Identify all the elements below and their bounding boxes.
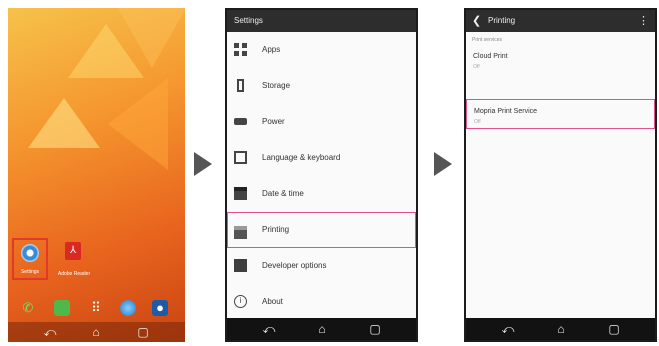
settings-gear-icon bbox=[21, 244, 39, 262]
printing-action-bar: ❮ Printing ⋮ bbox=[466, 10, 655, 32]
back-arrow-icon[interactable]: ❮ bbox=[472, 10, 481, 32]
recent-apps-icon[interactable]: ▢ bbox=[135, 325, 151, 339]
printing-screen: ❮ Printing ⋮ Print services Cloud Print … bbox=[464, 8, 657, 342]
apps-icon[interactable]: ⠿ bbox=[88, 300, 104, 316]
section-header: Print services bbox=[472, 37, 503, 43]
service-name: Cloud Print bbox=[473, 53, 508, 60]
settings-item-label: Power bbox=[262, 117, 285, 126]
settings-item-power[interactable]: Power bbox=[227, 104, 416, 140]
apps-grid-icon bbox=[234, 43, 247, 56]
home-screen: Settings ⅄ Adobe Reader ✆ ⠿ ● ⤺ ⌂ ▢ bbox=[8, 8, 185, 342]
settings-item-storage[interactable]: Storage bbox=[227, 68, 416, 104]
recent-apps-icon[interactable]: ▢ bbox=[606, 322, 622, 336]
settings-item-apps[interactable]: Apps bbox=[227, 32, 416, 68]
print-service-mopria[interactable]: Mopria Print Service Off bbox=[466, 99, 655, 129]
settings-app-label: Settings bbox=[20, 269, 40, 275]
settings-item-about[interactable]: i About bbox=[227, 284, 416, 320]
step-arrow-icon bbox=[194, 152, 212, 176]
settings-item-label: Apps bbox=[262, 45, 281, 54]
service-name: Mopria Print Service bbox=[474, 108, 538, 115]
back-icon[interactable]: ⤺ bbox=[500, 322, 516, 336]
step-arrow-icon bbox=[434, 152, 452, 176]
battery-icon bbox=[234, 118, 247, 125]
messages-icon[interactable] bbox=[54, 300, 70, 316]
settings-item-label: Language & keyboard bbox=[262, 153, 341, 162]
settings-action-bar: Settings bbox=[227, 10, 416, 32]
home-icon[interactable]: ⌂ bbox=[88, 325, 104, 339]
navigation-bar: ⤺ ⌂ ▢ bbox=[227, 318, 416, 340]
service-state: Off bbox=[473, 64, 480, 70]
settings-item-developer-options[interactable]: Developer options bbox=[227, 248, 416, 284]
settings-item-date-time[interactable]: Date & time bbox=[227, 176, 416, 212]
settings-item-language[interactable]: Language & keyboard bbox=[227, 140, 416, 176]
overflow-menu-icon[interactable]: ⋮ bbox=[638, 10, 649, 32]
navigation-bar: ⤺ ⌂ ▢ bbox=[466, 318, 655, 340]
printing-title: Printing bbox=[488, 16, 516, 25]
settings-title: Settings bbox=[234, 16, 263, 25]
settings-list: Apps Storage Power Language & keyboard D… bbox=[227, 32, 416, 320]
settings-item-label: Printing bbox=[262, 225, 290, 234]
adobe-reader-app-shortcut[interactable]: ⅄ Adobe Reader bbox=[54, 240, 94, 280]
back-icon[interactable]: ⤺ bbox=[42, 325, 58, 339]
wallpaper-shape bbox=[108, 78, 168, 170]
service-state: Off bbox=[474, 119, 481, 125]
navigation-bar: ⤺ ⌂ ▢ bbox=[8, 322, 185, 342]
pdf-icon: ⅄ bbox=[65, 242, 81, 260]
info-icon: i bbox=[234, 295, 247, 308]
back-icon[interactable]: ⤺ bbox=[261, 322, 277, 336]
home-icon[interactable]: ⌂ bbox=[314, 322, 330, 336]
recent-apps-icon[interactable]: ▢ bbox=[367, 322, 383, 336]
dock: ✆ ⠿ ● bbox=[8, 296, 185, 322]
settings-item-label: Developer options bbox=[262, 261, 327, 270]
settings-item-label: About bbox=[262, 297, 283, 306]
wallpaper-shape bbox=[118, 8, 185, 68]
settings-app-shortcut[interactable]: Settings bbox=[12, 238, 48, 280]
print-service-cloud-print[interactable]: Cloud Print Off bbox=[466, 45, 655, 75]
wallpaper-shape bbox=[28, 98, 100, 148]
adobe-reader-app-label: Adobe Reader bbox=[57, 271, 91, 277]
browser-icon[interactable] bbox=[120, 300, 136, 316]
printer-icon bbox=[234, 226, 247, 239]
phone-icon[interactable]: ✆ bbox=[20, 300, 36, 316]
storage-icon bbox=[237, 79, 244, 92]
settings-screen: Settings Apps Storage Power Language & k… bbox=[225, 8, 418, 342]
settings-item-printing[interactable]: Printing bbox=[227, 212, 416, 248]
developer-icon bbox=[234, 259, 247, 272]
settings-item-label: Date & time bbox=[262, 189, 304, 198]
home-icon[interactable]: ⌂ bbox=[553, 322, 569, 336]
calendar-icon bbox=[234, 187, 247, 200]
keyboard-icon bbox=[234, 151, 247, 164]
camera-icon[interactable]: ● bbox=[152, 300, 168, 316]
settings-item-label: Storage bbox=[262, 81, 291, 90]
